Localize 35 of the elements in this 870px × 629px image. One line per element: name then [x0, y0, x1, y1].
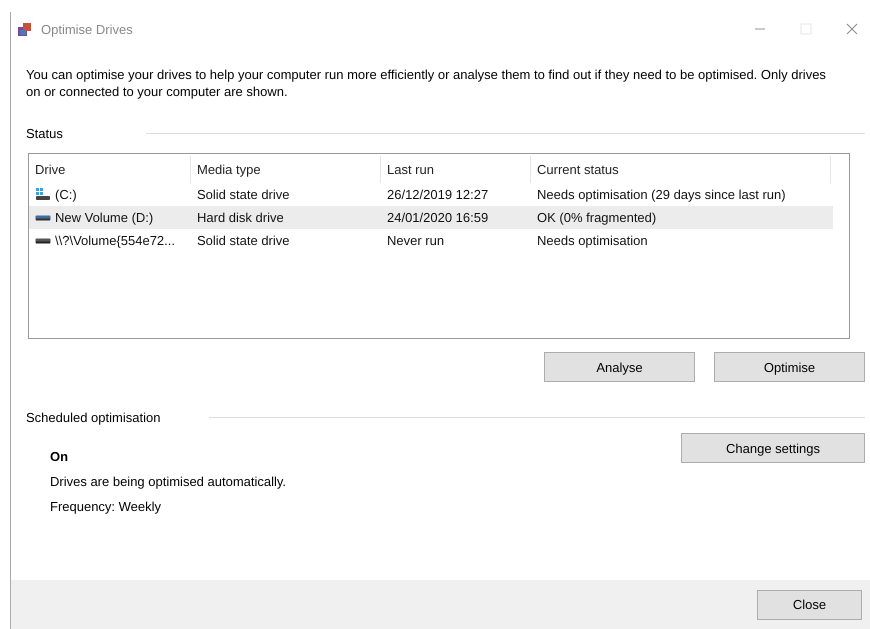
table-cell-text: Solid state drive	[196, 233, 290, 248]
table-cell-text: Needs optimisation	[536, 233, 649, 248]
table-cell-text: Needs optimisation (29 days since last run)	[536, 187, 787, 202]
section-heading: Scheduled optimisation	[26, 410, 162, 425]
change-settings-button[interactable]: Change settings	[681, 433, 865, 463]
column-header[interactable]: Media type	[191, 156, 381, 183]
window-title: Optimise Drives	[41, 22, 133, 36]
table-cell-text: Solid state drive	[196, 187, 290, 202]
table-cell: \\?\Volume{554e72...	[55, 233, 175, 248]
drive-row[interactable]: (C:) Solid state drive 26/12/2019 12:27 Needs optimisation (29 days since last run)	[29, 183, 849, 206]
frequency-text: Frequency: Weekly	[50, 499, 162, 514]
column-header[interactable]: Last run	[381, 156, 531, 183]
table-cell-text: 24/01/2020 16:59	[386, 210, 490, 225]
drive-icon	[35, 214, 51, 220]
analyse-button[interactable]: Analyse	[544, 352, 695, 382]
table-cell: (C:)	[55, 187, 77, 202]
optimise-button[interactable]: Optimise	[714, 352, 865, 382]
system-drive-icon	[35, 188, 51, 201]
table-cell: New Volume (D:)	[55, 210, 154, 225]
column-header[interactable]: Current status	[531, 156, 831, 183]
drive-row[interactable]: \\?\Volume{554e72... Solid state drive Never run Needs optimisation	[29, 229, 849, 252]
table-cell-text: Never run	[386, 233, 446, 248]
table-cell-text: OK (0% fragmented)	[536, 210, 658, 225]
table-cell-text: Hard disk drive	[196, 210, 285, 225]
drive-icon	[35, 238, 51, 244]
close-icon[interactable]	[846, 23, 858, 35]
section-heading: Status	[26, 126, 64, 141]
schedule-description: Drives are being optimised automatically.	[50, 474, 286, 489]
schedule-state: On	[50, 449, 70, 464]
close-button[interactable]: Close	[757, 590, 862, 620]
drive-row[interactable]: New Volume (D:) Hard disk drive 24/01/2020 16:59 OK (0% fragmented)	[29, 206, 833, 229]
column-header[interactable]: Drive	[29, 156, 191, 183]
table-cell-text: 26/12/2019 12:27	[386, 187, 490, 202]
app-icon	[17, 21, 33, 37]
description-text: You can optimise your drives to help your computer run more efficiently or analyse them to find out if they need to be optimised. Only drives on or connected to your computer are shown.	[26, 66, 826, 100]
